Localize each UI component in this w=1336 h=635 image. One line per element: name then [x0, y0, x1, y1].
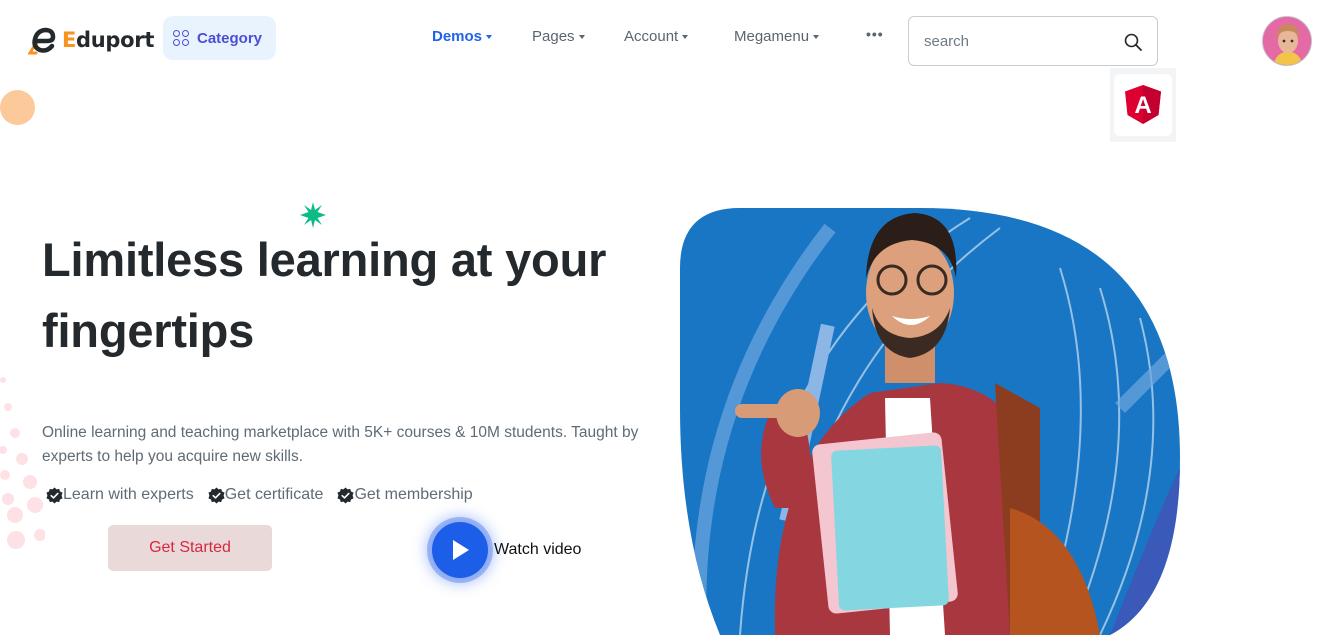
framework-badge[interactable]: A [1110, 68, 1176, 142]
angular-letter: A [1134, 92, 1151, 119]
framework-badge-card: A [1114, 74, 1172, 136]
grid-circles-icon [173, 30, 189, 46]
hero-title-line1: Limitless learning at your [42, 233, 607, 286]
chevron-down-icon [813, 34, 820, 39]
get-started-button[interactable]: Get Started [108, 525, 272, 571]
verified-check-icon [208, 486, 225, 504]
brand-logo[interactable]: Eduport [27, 24, 154, 56]
nav-megamenu[interactable]: Megamenu [734, 26, 820, 46]
nav-account-label: Account [624, 27, 679, 45]
nav-pages-label: Pages [532, 27, 575, 45]
feature-label: Learn with experts [63, 486, 194, 503]
watch-video-label: Watch video [494, 541, 582, 558]
watch-video[interactable]: Watch video [432, 522, 581, 578]
search-box [908, 16, 1158, 66]
angular-icon: A [1125, 85, 1161, 124]
feature-item: Learn with experts [46, 486, 194, 504]
category-button-label: Category [197, 29, 263, 47]
feature-item: Get certificate [208, 486, 324, 504]
chevron-down-icon [578, 34, 585, 39]
nav-account[interactable]: Account [624, 26, 689, 46]
feature-list: Learn with experts Get certificate Get m… [46, 486, 487, 504]
play-button[interactable] [432, 522, 488, 578]
brand-name: Eduport [62, 28, 154, 52]
category-button[interactable]: Category [163, 16, 276, 60]
nav-pages[interactable]: Pages [532, 26, 585, 46]
play-icon [453, 540, 469, 560]
search-icon[interactable] [1123, 32, 1143, 52]
eduport-logo-icon [27, 24, 60, 56]
feature-label: Get certificate [224, 486, 324, 503]
hero-title-line2: fingertips [42, 304, 255, 357]
hero-student-image [680, 208, 1180, 635]
verified-check-icon [337, 486, 354, 504]
hero-title: Limitless learning at your fingertips [42, 224, 662, 366]
feature-item: Get membership [337, 486, 473, 504]
search-input[interactable] [909, 32, 1109, 50]
feature-label: Get membership [354, 486, 473, 503]
user-avatar[interactable] [1262, 16, 1312, 66]
chevron-down-icon [682, 34, 689, 39]
more-dots-icon: ••• [866, 26, 884, 42]
nav-more[interactable]: ••• [866, 24, 884, 44]
nav-megamenu-label: Megamenu [734, 27, 810, 45]
brand-rest: duport [76, 28, 155, 52]
decorative-orange-circle [0, 90, 35, 125]
nav-demos[interactable]: Demos [432, 26, 493, 46]
decorative-dots-pattern [0, 377, 45, 549]
hero-description: Online learning and teaching marketplace… [42, 424, 639, 465]
brand-initial: E [62, 28, 77, 52]
chevron-down-icon [486, 34, 493, 39]
verified-check-icon [46, 486, 63, 504]
nav-demos-label: Demos [432, 27, 483, 45]
